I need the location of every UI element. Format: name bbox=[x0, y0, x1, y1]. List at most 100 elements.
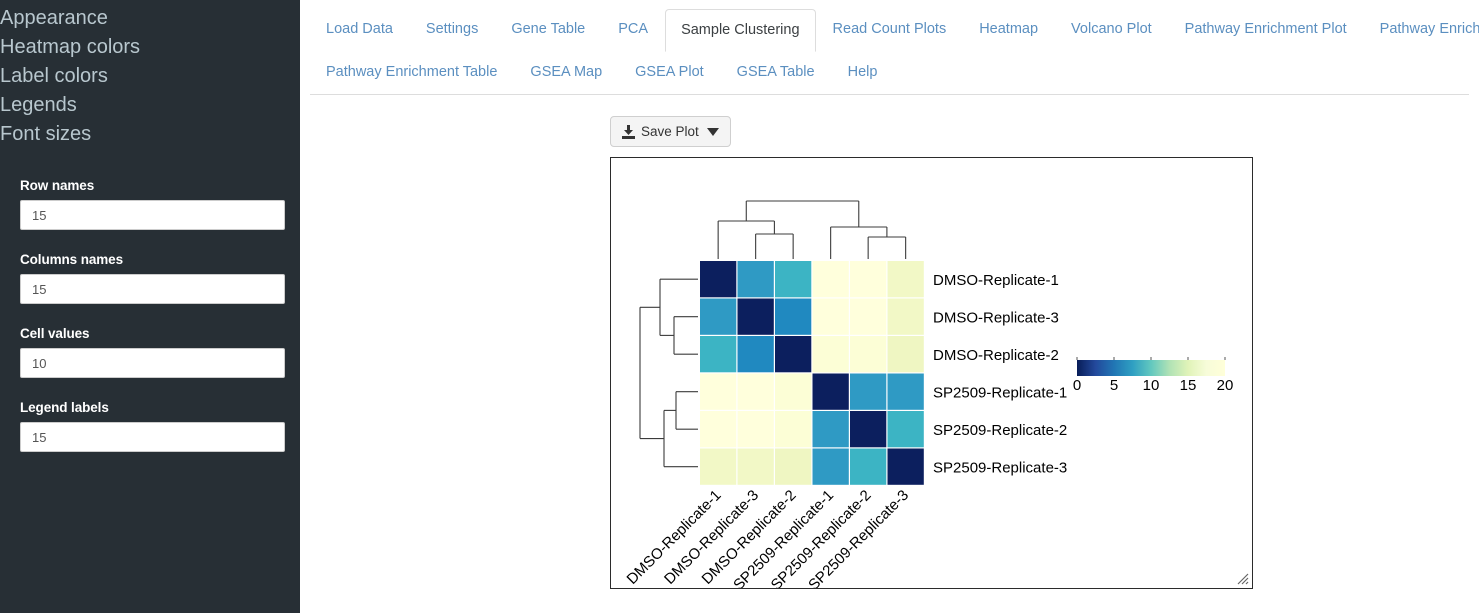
tab-load-data[interactable]: Load Data bbox=[310, 8, 409, 51]
colorbar-tick-label: 0 bbox=[1073, 377, 1081, 394]
row-dendrogram bbox=[639, 278, 698, 468]
application-window: Appearance Heatmap colors Label colors Lege… bbox=[0, 0, 1479, 613]
field-spacer bbox=[0, 378, 300, 400]
colorbar-tick-label: 5 bbox=[1110, 377, 1118, 394]
heatmap-cell bbox=[850, 298, 887, 335]
row-label: DMSO-Replicate-1 bbox=[933, 272, 1059, 289]
heatmap-cell bbox=[887, 448, 924, 485]
save-plot-label: Save Plot bbox=[641, 124, 699, 139]
heatmap-cell bbox=[812, 448, 849, 485]
sidebar-link-font-sizes[interactable]: Font sizes bbox=[0, 120, 300, 149]
label-legend-labels: Legend labels bbox=[20, 400, 109, 415]
colorbar-tick-label: 10 bbox=[1143, 377, 1160, 394]
colorbar-gradient-bar bbox=[1077, 360, 1225, 376]
heatmap-cell bbox=[737, 261, 774, 298]
heatmap-cell bbox=[850, 448, 887, 485]
save-plot-button[interactable]: Save Plot bbox=[610, 116, 731, 147]
tab-read-count-plots[interactable]: Read Count Plots bbox=[817, 8, 963, 51]
sidebar-link-legends[interactable]: Legends bbox=[0, 91, 300, 120]
label-columns-names: Columns names bbox=[20, 252, 123, 267]
tab-pathway-enrichment-plot[interactable]: Pathway Enrichment Plot bbox=[1169, 8, 1363, 51]
heatmap-cell bbox=[737, 336, 774, 373]
sidebar-link-label-colors[interactable]: Label colors bbox=[0, 62, 300, 91]
chevron-down-icon bbox=[706, 127, 719, 136]
heatmap-cell bbox=[775, 261, 812, 298]
label-row-names: Row names bbox=[20, 178, 95, 193]
heatmap-cell bbox=[775, 298, 812, 335]
heatmap-cell bbox=[775, 448, 812, 485]
sidebar: Appearance Heatmap colors Label colors Lege… bbox=[0, 0, 300, 613]
tab-help[interactable]: Help bbox=[832, 51, 894, 94]
tab-heatmap[interactable]: Heatmap bbox=[963, 8, 1054, 51]
sample-clustering-heatmap: DMSO-Replicate-1 DMSO-Replicate-3 DMSO-Rep… bbox=[624, 200, 1234, 588]
tab-sample-clustering[interactable]: Sample Clustering bbox=[665, 9, 816, 52]
heatmap-cell bbox=[700, 298, 737, 335]
field-group-columns-names: Columns names bbox=[20, 252, 285, 304]
row-label: SP2509-Replicate-3 bbox=[933, 459, 1067, 476]
row-label: DMSO-Replicate-2 bbox=[933, 347, 1059, 364]
heatmap-cell bbox=[850, 261, 887, 298]
field-group-legend-labels: Legend labels bbox=[20, 400, 285, 452]
tab-gsea-map[interactable]: GSEA Map bbox=[514, 51, 618, 94]
tab-settings[interactable]: Settings bbox=[410, 8, 494, 51]
tab-gene-table[interactable]: Gene Table bbox=[495, 8, 601, 51]
heatmap-cell bbox=[887, 336, 924, 373]
row-label: DMSO-Replicate-3 bbox=[933, 309, 1059, 326]
input-row-names[interactable] bbox=[20, 200, 285, 230]
sidebar-link-list: Appearance Heatmap colors Label colors Lege… bbox=[0, 0, 300, 149]
input-legend-labels[interactable] bbox=[20, 422, 285, 452]
resize-handle[interactable] bbox=[1237, 573, 1249, 585]
tab-pathway-enrichment-map[interactable]: Pathway Enrichment Map bbox=[1364, 8, 1479, 51]
heatmap-cell bbox=[850, 373, 887, 410]
heatmap-cell bbox=[700, 448, 737, 485]
heatmap-cell bbox=[812, 336, 849, 373]
heatmap-cell bbox=[850, 411, 887, 448]
heatmap-cell bbox=[700, 336, 737, 373]
heatmap-cell bbox=[812, 261, 849, 298]
tab-pca[interactable]: PCA bbox=[602, 8, 664, 51]
colorbar-legend: 0 5 10 15 20 bbox=[1073, 357, 1234, 394]
heatmap-cell bbox=[700, 261, 737, 298]
heatmap-cell bbox=[700, 373, 737, 410]
sidebar-link-heatmap-colors[interactable]: Heatmap colors bbox=[0, 33, 300, 62]
field-group-cell-values: Cell values bbox=[20, 326, 285, 378]
heatmap-cells bbox=[700, 261, 924, 485]
input-columns-names[interactable] bbox=[20, 274, 285, 304]
heatmap-cell bbox=[775, 373, 812, 410]
heatmap-cell bbox=[812, 373, 849, 410]
heatmap-cell bbox=[887, 411, 924, 448]
tab-row-primary: Load Data Settings Gene Table PCA Sample Clu… bbox=[310, 8, 1479, 52]
heatmap-cell bbox=[737, 448, 774, 485]
tab-pathway-enrichment-table[interactable]: Pathway Enrichment Table bbox=[310, 51, 513, 94]
tab-gsea-table[interactable]: GSEA Table bbox=[721, 51, 831, 94]
row-label: SP2509-Replicate-1 bbox=[933, 384, 1067, 401]
heatmap-cell bbox=[812, 411, 849, 448]
field-spacer bbox=[0, 452, 300, 474]
input-cell-values[interactable] bbox=[20, 348, 285, 378]
field-spacer bbox=[0, 230, 300, 252]
main-content: Load Data Settings Gene Table PCA Sample Clu… bbox=[300, 0, 1479, 613]
field-spacer bbox=[0, 304, 300, 326]
tab-row-secondary: Pathway Enrichment Table GSEA Map GSEA Plo… bbox=[310, 51, 1469, 94]
heatmap-cell bbox=[887, 373, 924, 410]
colorbar-tick-label: 20 bbox=[1217, 377, 1234, 394]
plot-panel: DMSO-Replicate-1 DMSO-Replicate-3 DMSO-Rep… bbox=[610, 157, 1253, 589]
row-label-group: DMSO-Replicate-1 DMSO-Replicate-3 DMSO-Rep… bbox=[933, 272, 1067, 477]
heatmap-cell bbox=[737, 298, 774, 335]
row-label: SP2509-Replicate-2 bbox=[933, 422, 1067, 439]
heatmap-cell bbox=[737, 373, 774, 410]
column-label-group: DMSO-Replicate-1DMSO-Replicate-3DMSO-Rep… bbox=[624, 487, 913, 588]
tab-navigation: Load Data Settings Gene Table PCA Sample Clu… bbox=[310, 8, 1479, 95]
tab-gsea-plot[interactable]: GSEA Plot bbox=[619, 51, 720, 94]
download-icon bbox=[622, 124, 635, 139]
tab-volcano-plot[interactable]: Volcano Plot bbox=[1055, 8, 1168, 51]
heatmap-cell bbox=[850, 336, 887, 373]
heatmap-cell bbox=[887, 298, 924, 335]
label-cell-values: Cell values bbox=[20, 326, 90, 341]
heatmap-cell bbox=[737, 411, 774, 448]
heatmap-cell bbox=[887, 261, 924, 298]
heatmap-cell bbox=[812, 298, 849, 335]
sidebar-link-appearance[interactable]: Appearance bbox=[0, 4, 300, 33]
column-dendrogram bbox=[717, 200, 907, 259]
heatmap-cell bbox=[775, 411, 812, 448]
